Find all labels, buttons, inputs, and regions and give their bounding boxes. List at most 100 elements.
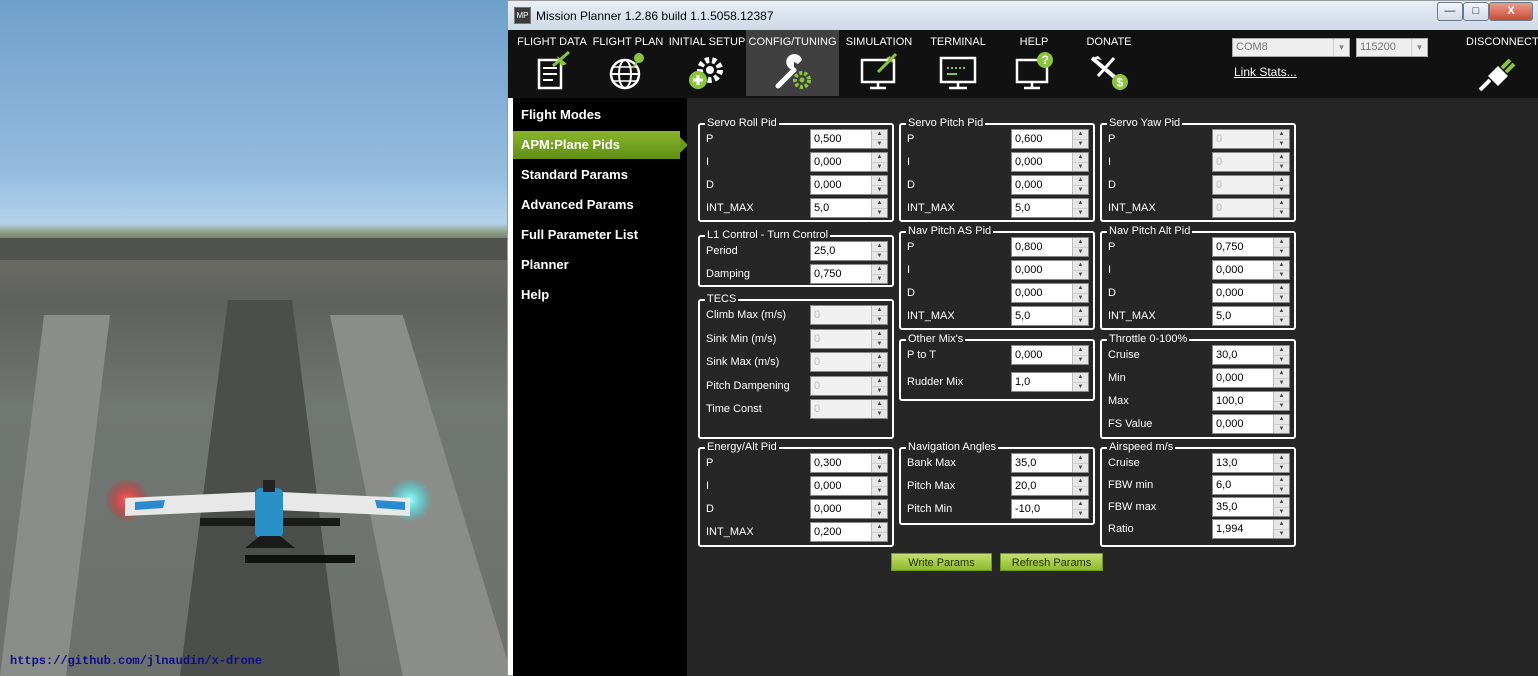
spin-down-icon[interactable]: ▼ (871, 463, 887, 472)
spin-down-icon[interactable]: ▼ (871, 162, 887, 171)
param-value-spinbox[interactable]: 0,000 ▲ ▼ (1011, 283, 1089, 303)
spin-up-icon[interactable]: ▲ (871, 242, 887, 251)
tab-initial-setup[interactable]: INITIAL SETUP (668, 30, 746, 96)
param-value-spinbox[interactable]: 0,750 ▲ ▼ (1212, 237, 1290, 257)
param-value-spinbox[interactable]: 0,200 ▲ ▼ (810, 522, 888, 542)
param-value-spinbox[interactable]: 6,0 ▲ ▼ (1212, 475, 1290, 495)
spin-up-icon[interactable]: ▲ (871, 454, 887, 463)
spin-down-icon[interactable]: ▼ (1072, 486, 1088, 495)
param-value-spinbox[interactable]: 0,000 ▲ ▼ (810, 476, 888, 496)
spin-up-icon[interactable]: ▲ (871, 500, 887, 509)
spin-down-icon[interactable]: ▼ (1273, 529, 1289, 538)
param-value-spinbox[interactable]: 0,000 ▲ ▼ (1011, 260, 1089, 280)
spin-up-icon[interactable]: ▲ (1072, 373, 1088, 382)
tab-donate[interactable]: DONATE $ (1071, 30, 1147, 96)
spin-up-icon[interactable]: ▲ (1072, 199, 1088, 208)
param-value-spinbox[interactable]: 0,000 ▲ ▼ (810, 175, 888, 195)
spin-up-icon[interactable]: ▲ (1273, 369, 1289, 378)
spin-up-icon[interactable]: ▲ (1273, 415, 1289, 424)
spin-down-icon[interactable]: ▼ (871, 486, 887, 495)
param-value-spinbox[interactable]: 0,750 ▲ ▼ (810, 264, 888, 284)
sidebar-item-help[interactable]: Help (513, 281, 687, 309)
spin-down-icon[interactable]: ▼ (1072, 355, 1088, 364)
spin-down-icon[interactable]: ▼ (871, 208, 887, 217)
close-button[interactable]: X (1489, 2, 1533, 21)
spin-up-icon[interactable]: ▲ (871, 265, 887, 274)
spin-up-icon[interactable]: ▲ (1273, 520, 1289, 529)
spin-down-icon[interactable]: ▼ (1072, 185, 1088, 194)
maximize-button[interactable]: □ (1463, 2, 1489, 21)
param-value-spinbox[interactable]: 1,994 ▲ ▼ (1212, 519, 1290, 539)
param-value-spinbox[interactable]: 0,000 ▲ ▼ (810, 499, 888, 519)
tab-terminal[interactable]: TERMINAL (921, 30, 995, 96)
sidebar-item-plane-pids[interactable]: APM:Plane Pids (513, 131, 688, 159)
param-value-spinbox[interactable]: 30,0 ▲ ▼ (1212, 345, 1290, 365)
sidebar-item-full-parameter-list[interactable]: Full Parameter List (513, 221, 687, 249)
spin-down-icon[interactable]: ▼ (1273, 507, 1289, 516)
spin-down-icon[interactable]: ▼ (871, 274, 887, 283)
spin-down-icon[interactable]: ▼ (1072, 316, 1088, 325)
param-value-spinbox[interactable]: 13,0 ▲ ▼ (1212, 453, 1290, 473)
param-value-spinbox[interactable]: 5,0 ▲ ▼ (1212, 306, 1290, 326)
tab-config-tuning[interactable]: CONFIG/TUNING (746, 30, 839, 96)
spin-up-icon[interactable]: ▲ (1072, 176, 1088, 185)
param-value-spinbox[interactable]: 1,0 ▲ ▼ (1011, 372, 1089, 392)
param-value-spinbox[interactable]: 0,000 ▲ ▼ (1212, 368, 1290, 388)
param-value-spinbox[interactable]: 0,000 ▲ ▼ (1212, 283, 1290, 303)
param-value-spinbox[interactable]: 5,0 ▲ ▼ (1011, 306, 1089, 326)
disconnect-button[interactable]: DISCONNECT (1466, 36, 1538, 92)
spin-down-icon[interactable]: ▼ (1273, 270, 1289, 279)
spin-up-icon[interactable]: ▲ (1273, 454, 1289, 463)
spin-down-icon[interactable]: ▼ (1273, 247, 1289, 256)
spin-down-icon[interactable]: ▼ (871, 139, 887, 148)
spin-up-icon[interactable]: ▲ (1072, 454, 1088, 463)
spin-up-icon[interactable]: ▲ (1072, 238, 1088, 247)
sidebar-item-standard-params[interactable]: Standard Params (513, 161, 687, 189)
link-stats-link[interactable]: Link Stats... (1234, 65, 1297, 79)
param-value-spinbox[interactable]: 5,0 ▲ ▼ (1011, 198, 1089, 218)
param-value-spinbox[interactable]: 0,500 ▲ ▼ (810, 129, 888, 149)
spin-down-icon[interactable]: ▼ (1072, 139, 1088, 148)
refresh-params-button[interactable]: Refresh Params (1000, 553, 1103, 571)
spin-down-icon[interactable]: ▼ (1072, 509, 1088, 518)
tab-help[interactable]: HELP ? (997, 30, 1071, 96)
spin-up-icon[interactable]: ▲ (1072, 346, 1088, 355)
param-value-spinbox[interactable]: -10,0 ▲ ▼ (1011, 499, 1089, 519)
param-value-spinbox[interactable]: 0,800 ▲ ▼ (1011, 237, 1089, 257)
spin-up-icon[interactable]: ▲ (1273, 498, 1289, 507)
sidebar-item-flight-modes[interactable]: Flight Modes (513, 101, 687, 129)
spin-up-icon[interactable]: ▲ (871, 176, 887, 185)
param-value-spinbox[interactable]: 0,000 ▲ ▼ (1212, 260, 1290, 280)
spin-up-icon[interactable]: ▲ (1072, 153, 1088, 162)
spin-down-icon[interactable]: ▼ (1273, 424, 1289, 433)
sidebar-item-planner[interactable]: Planner (513, 251, 687, 279)
spin-up-icon[interactable]: ▲ (1072, 130, 1088, 139)
baud-rate-select[interactable]: 115200 ▼ (1356, 38, 1428, 57)
spin-up-icon[interactable]: ▲ (871, 130, 887, 139)
spin-up-icon[interactable]: ▲ (1273, 284, 1289, 293)
spin-up-icon[interactable]: ▲ (1273, 392, 1289, 401)
sidebar-item-advanced-params[interactable]: Advanced Params (513, 191, 687, 219)
spin-up-icon[interactable]: ▲ (1273, 476, 1289, 485)
param-value-spinbox[interactable]: 0,000 ▲ ▼ (1212, 414, 1290, 434)
tab-simulation[interactable]: SIMULATION (841, 30, 917, 96)
spin-down-icon[interactable]: ▼ (1072, 293, 1088, 302)
param-value-spinbox[interactable]: 0,300 ▲ ▼ (810, 453, 888, 473)
spin-up-icon[interactable]: ▲ (871, 199, 887, 208)
spin-up-icon[interactable]: ▲ (871, 477, 887, 486)
spin-down-icon[interactable]: ▼ (1273, 316, 1289, 325)
spin-down-icon[interactable]: ▼ (1273, 485, 1289, 494)
spin-up-icon[interactable]: ▲ (1273, 238, 1289, 247)
param-value-spinbox[interactable]: 20,0 ▲ ▼ (1011, 476, 1089, 496)
spin-down-icon[interactable]: ▼ (1072, 463, 1088, 472)
param-value-spinbox[interactable]: 0,000 ▲ ▼ (810, 152, 888, 172)
param-value-spinbox[interactable]: 0,000 ▲ ▼ (1011, 345, 1089, 365)
spin-down-icon[interactable]: ▼ (871, 509, 887, 518)
param-value-spinbox[interactable]: 0,000 ▲ ▼ (1011, 152, 1089, 172)
write-params-button[interactable]: Write Params (891, 553, 992, 571)
spin-down-icon[interactable]: ▼ (871, 532, 887, 541)
param-value-spinbox[interactable]: 0,000 ▲ ▼ (1011, 175, 1089, 195)
spin-down-icon[interactable]: ▼ (1273, 463, 1289, 472)
spin-down-icon[interactable]: ▼ (1273, 355, 1289, 364)
spin-down-icon[interactable]: ▼ (1072, 247, 1088, 256)
